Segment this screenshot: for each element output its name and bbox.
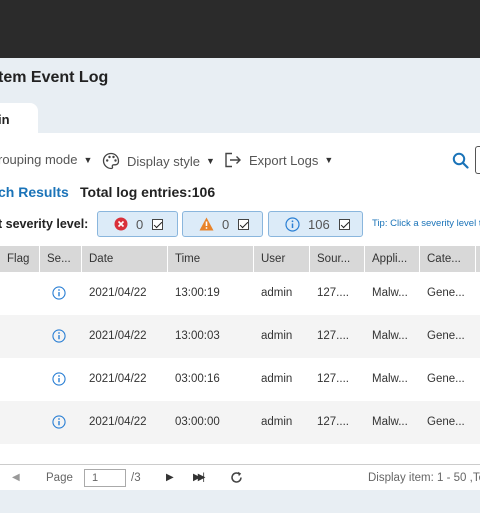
severity-warning-filter[interactable]: 0	[182, 211, 263, 237]
total-log-entries: Total log entries:106	[80, 184, 216, 200]
info-icon	[52, 329, 66, 343]
page-total: /3	[131, 472, 141, 484]
user-cell: admin	[261, 373, 293, 385]
info-icon	[285, 216, 300, 232]
toolbar: rouping mode ▼ Display style ▼ Export Lo…	[0, 152, 480, 170]
page-title: tem Event Log	[0, 69, 109, 86]
grouping-mode-dropdown[interactable]: rouping mode ▼	[0, 152, 92, 167]
tab-main-label: in	[0, 112, 10, 127]
display-style-label: Display style	[127, 153, 200, 169]
time-cell: 03:00:00	[175, 416, 220, 428]
severity-label: t severity level:	[0, 217, 89, 231]
error-count: 0	[136, 216, 144, 232]
date-cell: 2021/04/22	[89, 373, 147, 385]
grouping-mode-label: rouping mode	[0, 152, 78, 167]
user-cell: admin	[261, 330, 293, 342]
palette-icon	[102, 152, 120, 170]
category-cell: Gene...	[427, 330, 465, 342]
column-header-time[interactable]: Time	[168, 246, 254, 272]
page-label: Page	[46, 472, 73, 484]
table-row[interactable]: 2021/04/22 13:00:19 admin 127.... Malw..…	[0, 272, 480, 315]
source-cell: 127....	[317, 416, 349, 428]
user-cell: admin	[261, 287, 293, 299]
column-header-application[interactable]: Appli...	[365, 246, 420, 272]
caret-down-icon: ▼	[205, 156, 215, 166]
display-item-info: Display item: 1 - 50 ,To	[368, 472, 480, 484]
info-icon	[52, 372, 66, 386]
page-number-input[interactable]	[84, 469, 126, 487]
table-row[interactable]: 2021/04/22 03:00:00 admin 127.... Malw..…	[0, 401, 480, 444]
info-icon	[52, 286, 66, 300]
next-page-icon[interactable]: ▶	[166, 465, 174, 491]
time-cell: 13:00:19	[175, 287, 220, 299]
warning-count: 0	[222, 216, 230, 232]
error-icon	[114, 217, 128, 231]
refresh-icon[interactable]	[230, 471, 243, 484]
date-cell: 2021/04/22	[89, 330, 147, 342]
category-cell: Gene...	[427, 373, 465, 385]
error-checkbox[interactable]	[152, 218, 164, 230]
search-icon[interactable]	[452, 152, 469, 169]
category-cell: Gene...	[427, 287, 465, 299]
info-icon	[52, 415, 66, 429]
warning-checkbox[interactable]	[238, 218, 250, 230]
column-header-category[interactable]: Cate...	[420, 246, 476, 272]
application-cell: Malw...	[372, 373, 408, 385]
prev-page-icon[interactable]: ◀	[12, 465, 20, 491]
column-header-severity[interactable]: Se...	[40, 246, 82, 272]
severity-info-filter[interactable]: 106	[268, 211, 363, 237]
source-cell: 127....	[317, 287, 349, 299]
source-cell: 127....	[317, 373, 349, 385]
date-cell: 2021/04/22	[89, 287, 147, 299]
category-cell: Gene...	[427, 416, 465, 428]
export-icon	[225, 152, 241, 168]
application-cell: Malw...	[372, 287, 408, 299]
time-cell: 03:00:16	[175, 373, 220, 385]
search-results-link[interactable]: ch Results	[0, 184, 69, 200]
export-logs-dropdown[interactable]: Export Logs ▼	[224, 152, 333, 168]
top-bar	[0, 0, 480, 58]
search-input[interactable]	[475, 146, 480, 174]
info-count: 106	[308, 216, 330, 232]
info-checkbox[interactable]	[338, 218, 350, 230]
severity-tip: Tip: Click a severity level t	[372, 218, 480, 229]
severity-error-filter[interactable]: 0	[97, 211, 178, 237]
display-style-dropdown[interactable]: Display style ▼	[102, 152, 215, 170]
column-header-source[interactable]: Sour...	[310, 246, 365, 272]
date-cell: 2021/04/22	[89, 416, 147, 428]
tab-main[interactable]: in	[0, 103, 38, 136]
user-cell: admin	[261, 416, 293, 428]
grid-header: Flag Se... Date Time User Sour... Appli.…	[0, 246, 480, 272]
source-cell: 127....	[317, 330, 349, 342]
column-header-flag[interactable]: Flag	[0, 246, 40, 272]
bottom-band	[0, 490, 480, 513]
warning-icon	[199, 217, 214, 231]
application-cell: Malw...	[372, 330, 408, 342]
column-header-user[interactable]: User	[254, 246, 310, 272]
caret-down-icon: ▼	[324, 155, 334, 165]
table-row[interactable]: 2021/04/22 03:00:16 admin 127.... Malw..…	[0, 358, 480, 401]
caret-down-icon: ▼	[83, 154, 93, 165]
application-cell: Malw...	[372, 416, 408, 428]
table-row[interactable]: 2021/04/22 13:00:03 admin 127.... Malw..…	[0, 315, 480, 358]
pagination-bar: ◀ Page /3 ▶ ▶▶| Display item: 1 - 50 ,To	[0, 464, 480, 490]
last-page-icon[interactable]: ▶▶|	[193, 465, 205, 491]
export-logs-label: Export Logs	[249, 152, 319, 168]
time-cell: 13:00:03	[175, 330, 220, 342]
column-header-date[interactable]: Date	[82, 246, 168, 272]
